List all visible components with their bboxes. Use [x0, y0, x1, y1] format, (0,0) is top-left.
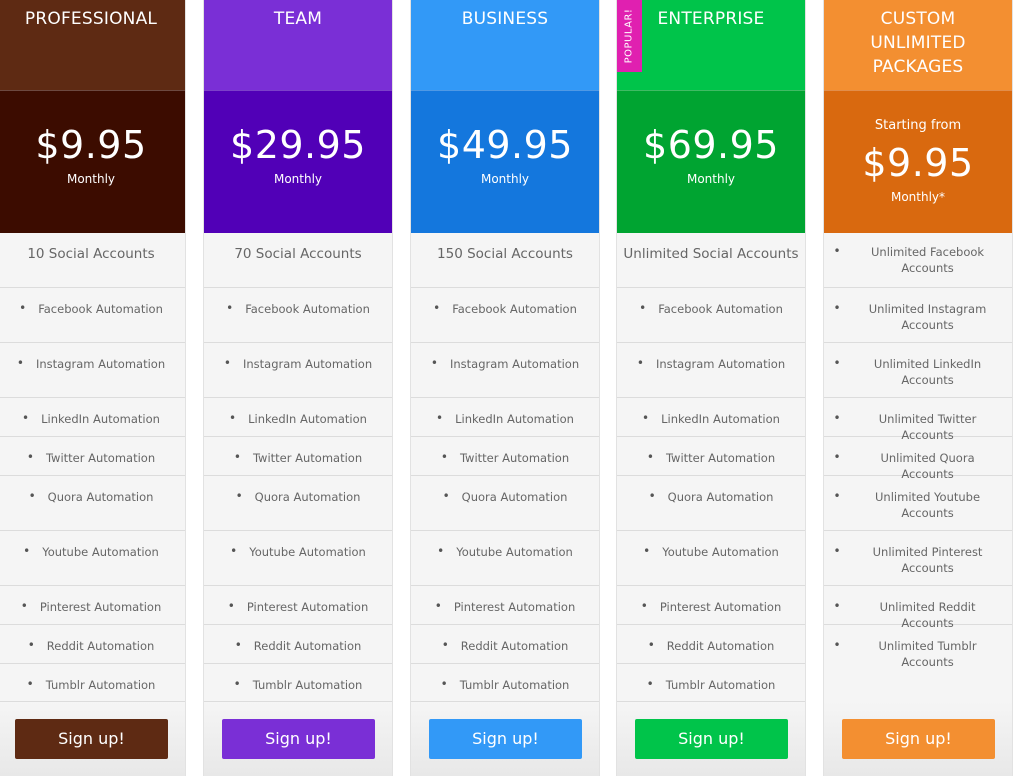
- feature-item: • Youtube Automation: [0, 531, 185, 586]
- feature-item: • Pinterest Automation: [204, 586, 392, 625]
- signup-button[interactable]: Sign up!: [429, 719, 582, 759]
- feature-item: • Twitter Automation: [204, 437, 392, 476]
- feature-item: • Instagram Automation: [617, 343, 805, 398]
- feature-item: • Facebook Automation: [204, 288, 392, 343]
- plan-name: CUSTOM UNLIMITED PACKAGES: [870, 9, 966, 77]
- popular-ribbon: POPULAR!: [617, 0, 642, 72]
- feature-item: • Twitter Automation: [0, 437, 185, 476]
- plan-column-enterprise: POPULAR! ENTERPRISE $69.95 Monthly Unlim…: [616, 0, 806, 776]
- feature-item: • Quora Automation: [0, 476, 185, 531]
- feature-item: • Unlimited Instagram Accounts: [824, 288, 1012, 343]
- feature-item: • LinkedIn Automation: [204, 398, 392, 437]
- feature-item: • Unlimited Twitter Accounts: [824, 398, 1012, 442]
- feature-item: • Reddit Automation: [204, 625, 392, 664]
- signup-button[interactable]: Sign up!: [635, 719, 788, 759]
- feature-accounts: Unlimited Social Accounts: [617, 233, 805, 288]
- plan-header: BUSINESS: [411, 0, 599, 90]
- feature-item: • Facebook Automation: [617, 288, 805, 343]
- price-box: $9.95 Monthly: [0, 90, 185, 233]
- signup-button[interactable]: Sign up!: [222, 719, 375, 759]
- price-prefix: Starting from: [874, 118, 962, 133]
- feature-accounts: 10 Social Accounts: [0, 233, 185, 288]
- plan-name: ENTERPRISE: [657, 9, 765, 29]
- plan-price: $9.95: [35, 123, 147, 167]
- price-box: $29.95 Monthly: [204, 90, 392, 233]
- feature-item: • Unlimited Facebook Accounts: [824, 233, 1012, 288]
- feature-item: • Pinterest Automation: [617, 586, 805, 625]
- plan-period: Monthly*: [890, 190, 946, 204]
- plan-name: PROFESSIONAL: [24, 9, 158, 29]
- signup-button[interactable]: Sign up!: [15, 719, 168, 759]
- feature-item: • Reddit Automation: [617, 625, 805, 664]
- feature-item: • Unlimited Pinterest Accounts: [824, 531, 1012, 586]
- button-area: Sign up!: [617, 702, 805, 776]
- feature-item: • Youtube Automation: [204, 531, 392, 586]
- feature-item: • Tumblr Automation: [411, 664, 599, 702]
- feature-item: • LinkedIn Automation: [617, 398, 805, 437]
- plan-price: $69.95: [643, 123, 779, 167]
- plan-name: TEAM: [273, 9, 323, 29]
- feature-item: • Tumblr Automation: [204, 664, 392, 702]
- plan-period: Monthly: [66, 172, 116, 186]
- feature-item: • LinkedIn Automation: [0, 398, 185, 437]
- feature-item: • Tumblr Automation: [617, 664, 805, 702]
- plan-name: BUSINESS: [461, 9, 549, 29]
- plan-price: $29.95: [230, 123, 366, 167]
- feature-item: • Pinterest Automation: [0, 586, 185, 625]
- feature-item: • Tumblr Automation: [0, 664, 185, 702]
- price-box: $49.95 Monthly: [411, 90, 599, 233]
- plan-column-business: BUSINESS $49.95 Monthly 150 Social Accou…: [410, 0, 600, 776]
- price-box: $69.95 Monthly: [617, 90, 805, 233]
- feature-item: • Unlimited LinkedIn Accounts: [824, 343, 1012, 398]
- feature-item: • Quora Automation: [617, 476, 805, 531]
- plan-header: PROFESSIONAL: [0, 0, 185, 90]
- plan-header: CUSTOM UNLIMITED PACKAGES: [824, 0, 1012, 90]
- plan-period: Monthly: [480, 172, 530, 186]
- feature-item: • Pinterest Automation: [411, 586, 599, 625]
- plan-column-team: TEAM $29.95 Monthly 70 Social Accounts •…: [203, 0, 393, 776]
- feature-item: • Quora Automation: [411, 476, 599, 531]
- feature-item: • Instagram Automation: [411, 343, 599, 398]
- plan-price: $9.95: [862, 141, 974, 185]
- feature-item: • Facebook Automation: [411, 288, 599, 343]
- price-box: Starting from $9.95 Monthly*: [824, 90, 1012, 233]
- feature-item: • LinkedIn Automation: [411, 398, 599, 437]
- plan-period: Monthly: [273, 172, 323, 186]
- feature-accounts: 70 Social Accounts: [204, 233, 392, 288]
- button-area: Sign up!: [824, 702, 1012, 776]
- feature-item: • Reddit Automation: [0, 625, 185, 664]
- plan-column-professional: PROFESSIONAL $9.95 Monthly 10 Social Acc…: [0, 0, 186, 776]
- feature-item: • Instagram Automation: [204, 343, 392, 398]
- feature-item: • Youtube Automation: [411, 531, 599, 586]
- feature-item: • Facebook Automation: [0, 288, 185, 343]
- button-area: Sign up!: [0, 702, 185, 776]
- feature-item: • Quora Automation: [204, 476, 392, 531]
- feature-item: • Unlimited Reddit Accounts: [824, 586, 1012, 630]
- feature-item: • Instagram Automation: [0, 343, 185, 398]
- feature-item: • Youtube Automation: [617, 531, 805, 586]
- feature-item: • Reddit Automation: [411, 625, 599, 664]
- feature-accounts: 150 Social Accounts: [411, 233, 599, 288]
- button-area: Sign up!: [411, 702, 599, 776]
- plan-price: $49.95: [437, 123, 573, 167]
- plan-period: Monthly: [686, 172, 736, 186]
- feature-item: • Unlimited Youtube Accounts: [824, 476, 1012, 531]
- button-area: Sign up!: [204, 702, 392, 776]
- plan-header: TEAM: [204, 0, 392, 90]
- feature-item: • Twitter Automation: [411, 437, 599, 476]
- feature-item: • Twitter Automation: [617, 437, 805, 476]
- signup-button[interactable]: Sign up!: [842, 719, 995, 759]
- plan-column-custom: CUSTOM UNLIMITED PACKAGES Starting from …: [823, 0, 1013, 776]
- plan-header: POPULAR! ENTERPRISE: [617, 0, 805, 90]
